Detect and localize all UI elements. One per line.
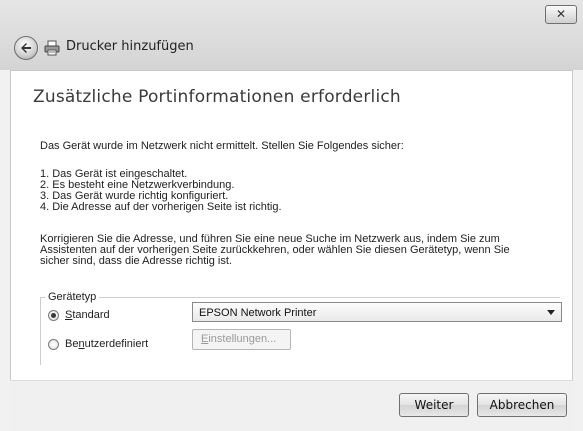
title-bar: ✕ Drucker hinzufügen — [0, 0, 583, 70]
cancel-button[interactable]: Abbrechen — [477, 393, 567, 417]
device-type-group: Gerätetyp Standard EPSON Network Printer… — [40, 291, 562, 365]
add-printer-window: ✕ Drucker hinzufügen Zusätzliche Portinf… — [0, 0, 583, 431]
device-type-selected: EPSON Network Printer — [199, 307, 317, 319]
device-type-dropdown[interactable]: EPSON Network Printer — [192, 302, 562, 322]
back-button[interactable] — [14, 36, 38, 60]
standard-label: Standard — [65, 309, 110, 321]
close-button[interactable]: ✕ — [545, 5, 577, 24]
intro-text: Das Gerät wurde im Netzwerk nicht ermitt… — [40, 140, 404, 152]
custom-label: Benutzerdefiniert — [65, 338, 149, 350]
custom-radio[interactable] — [48, 338, 59, 350]
wizard-footer: Weiter Abbrechen — [10, 380, 573, 431]
standard-radio-option[interactable]: Standard — [48, 309, 110, 321]
settings-button[interactable]: Einstellungen... — [192, 329, 291, 350]
close-icon: ✕ — [555, 7, 567, 21]
standard-radio[interactable] — [48, 309, 59, 321]
checklist-item: 4. Die Adresse auf der vorherigen Seite … — [40, 201, 282, 213]
page-heading: Zusätzliche Portinformationen erforderli… — [33, 87, 401, 107]
custom-radio-option[interactable]: Benutzerdefiniert — [48, 338, 148, 350]
next-button[interactable]: Weiter — [399, 393, 469, 417]
instruction-line: sicher sind, dass die Adresse richtig is… — [40, 255, 232, 267]
printer-icon — [44, 40, 60, 56]
checklist: 1. Das Gerät ist eingeschaltet. 2. Es be… — [40, 169, 282, 213]
dropdown-arrow-icon — [547, 310, 555, 315]
instruction-text: Korrigieren Sie die Adresse, und führen … — [40, 234, 560, 267]
window-title: Drucker hinzufügen — [66, 39, 194, 54]
back-arrow-icon — [21, 43, 31, 53]
device-type-legend: Gerätetyp — [45, 291, 100, 303]
wizard-page: Zusätzliche Portinformationen erforderli… — [10, 70, 573, 380]
